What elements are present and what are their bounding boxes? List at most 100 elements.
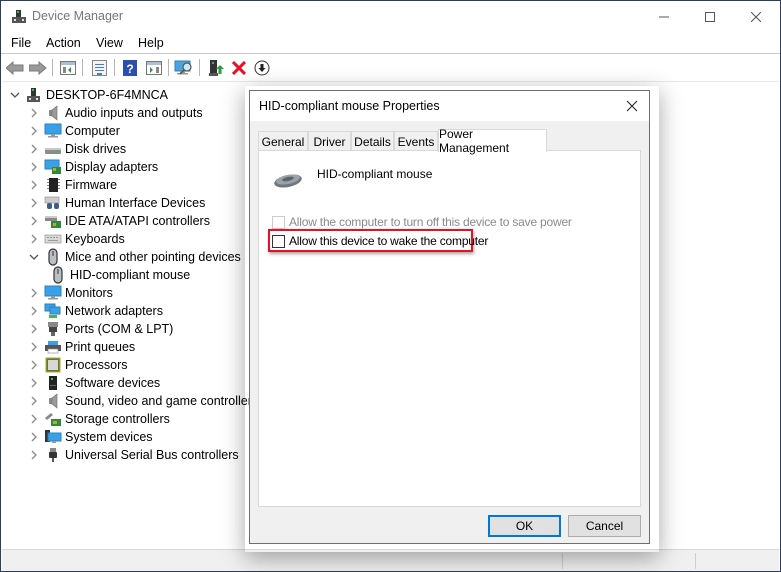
tree-category[interactable]: Sound, video and game controllers <box>27 392 258 410</box>
tree-category[interactable]: IDE ATA/ATAPI controllers <box>27 212 210 230</box>
dialog-close-button[interactable] <box>621 96 643 116</box>
disable-device-button[interactable] <box>252 58 272 78</box>
tab-events[interactable]: Events <box>394 131 438 151</box>
chevron-right-icon[interactable] <box>27 142 41 156</box>
tree-category[interactable]: System devices <box>27 428 153 446</box>
chevron-right-icon[interactable] <box>27 358 41 372</box>
tree-category[interactable]: Human Interface Devices <box>27 194 205 212</box>
tree-device[interactable]: HID-compliant mouse <box>46 266 190 284</box>
back-button[interactable] <box>5 58 25 78</box>
tree-category[interactable]: Computer <box>27 122 120 140</box>
chevron-right-icon[interactable] <box>27 214 41 228</box>
tree-category[interactable]: Keyboards <box>27 230 125 248</box>
chevron-down-icon[interactable] <box>27 250 41 264</box>
tree-category-label: Display adapters <box>65 160 159 174</box>
scan-hardware-changes-button[interactable] <box>174 58 194 78</box>
menu-bar: File Action View Help <box>1 32 780 54</box>
power-management-panel: HID-compliant mouse Allow the computer t… <box>258 150 641 507</box>
chevron-right-icon[interactable] <box>27 340 41 354</box>
chevron-right-icon[interactable] <box>27 196 41 210</box>
usb-icon <box>44 447 62 463</box>
tree-category-label: Mice and other pointing devices <box>65 250 241 264</box>
chevron-right-icon[interactable] <box>27 232 41 246</box>
tree-device-label: HID-compliant mouse <box>70 268 191 282</box>
hid-icon <box>44 195 62 211</box>
cancel-button[interactable]: Cancel <box>568 515 641 537</box>
toolbar-separator <box>114 59 115 76</box>
tree-category[interactable]: Storage controllers <box>27 410 170 428</box>
chevron-right-icon[interactable] <box>27 430 41 444</box>
chevron-right-icon[interactable] <box>27 304 41 318</box>
chevron-right-icon[interactable] <box>27 322 41 336</box>
forward-arrow-icon <box>29 61 47 75</box>
allow-turn-off-checkbox[interactable] <box>272 215 285 229</box>
speaker-icon <box>44 105 62 121</box>
tree-category-label: Computer <box>65 124 120 138</box>
tree-category-label: Network adapters <box>65 304 163 318</box>
storage-controller-icon <box>44 411 62 427</box>
chevron-right-icon[interactable] <box>27 286 41 300</box>
menu-view[interactable]: View <box>96 36 123 50</box>
menu-help[interactable]: Help <box>138 36 164 50</box>
allow-turn-off-label: Allow the computer to turn off this devi… <box>289 215 572 229</box>
tree-category[interactable]: Universal Serial Bus controllers <box>27 446 239 464</box>
chevron-right-icon[interactable] <box>27 124 41 138</box>
tree-category-label: Sound, video and game controllers <box>65 394 259 408</box>
show-hide-console-tree-button[interactable] <box>58 58 78 78</box>
tree-root[interactable]: DESKTOP-6F4MNCA <box>8 86 168 104</box>
menu-action[interactable]: Action <box>46 36 81 50</box>
forward-button[interactable] <box>28 58 48 78</box>
tab-power-management[interactable]: Power Management <box>438 127 547 155</box>
chevron-right-icon[interactable] <box>27 106 41 120</box>
help-button[interactable]: ? <box>120 58 140 78</box>
toolbar-separator <box>82 59 83 76</box>
ide-controller-icon <box>44 213 62 229</box>
tab-details[interactable]: Details <box>351 131 394 151</box>
display-adapter-icon <box>44 159 62 175</box>
tree-category[interactable]: Audio inputs and outputs <box>27 104 203 122</box>
tree-category[interactable]: Network adapters <box>27 302 163 320</box>
properties-button[interactable] <box>89 58 109 78</box>
update-driver-button[interactable] <box>206 58 226 78</box>
chevron-right-icon[interactable] <box>27 448 41 462</box>
tree-category[interactable]: Monitors <box>27 284 113 302</box>
minimize-icon <box>659 16 669 17</box>
close-window-button[interactable] <box>733 1 779 32</box>
tree-category[interactable]: Ports (COM & LPT) <box>27 320 173 338</box>
tree-category[interactable]: Disk drives <box>27 140 126 158</box>
tree-category[interactable]: Mice and other pointing devices <box>27 248 241 266</box>
keyboard-icon <box>44 231 62 247</box>
minimize-button[interactable] <box>641 1 687 32</box>
tab-driver[interactable]: Driver <box>308 131 351 151</box>
chevron-right-icon[interactable] <box>27 412 41 426</box>
allow-wake-label[interactable]: Allow this device to wake the computer <box>289 234 488 248</box>
properties-icon <box>91 60 107 76</box>
dialog-title-bar: HID-compliant mouse Properties <box>250 91 649 121</box>
allow-wake-option: Allow this device to wake the computer <box>272 233 488 249</box>
chevron-right-icon[interactable] <box>27 160 41 174</box>
disk-drive-icon <box>44 141 62 157</box>
uninstall-device-button[interactable] <box>229 58 249 78</box>
chevron-right-icon[interactable] <box>27 394 41 408</box>
maximize-button[interactable] <box>687 1 733 32</box>
tree-category-label: Audio inputs and outputs <box>65 106 203 120</box>
show-action-pane-button[interactable] <box>144 58 164 78</box>
chevron-right-icon[interactable] <box>27 178 41 192</box>
tab-general[interactable]: General <box>258 131 308 151</box>
menu-file[interactable]: File <box>11 36 31 50</box>
allow-wake-checkbox[interactable] <box>272 234 285 248</box>
show-hide-console-tree-icon <box>60 61 76 75</box>
tree-category[interactable]: Print queues <box>27 338 135 356</box>
tree-category[interactable]: Firmware <box>27 176 117 194</box>
tree-category-label: IDE ATA/ATAPI controllers <box>65 214 210 228</box>
tree-category-label: Software devices <box>65 376 161 390</box>
tree-category[interactable]: Display adapters <box>27 158 158 176</box>
chevron-down-icon[interactable] <box>8 88 22 102</box>
ok-button[interactable]: OK <box>488 515 561 537</box>
chevron-right-icon[interactable] <box>27 376 41 390</box>
close-icon <box>626 100 638 112</box>
tree-category[interactable]: Software devices <box>27 374 160 392</box>
scan-hardware-changes-icon <box>174 60 192 75</box>
properties-dialog: HID-compliant mouse Properties General D… <box>249 90 650 544</box>
tree-category[interactable]: Processors <box>27 356 128 374</box>
